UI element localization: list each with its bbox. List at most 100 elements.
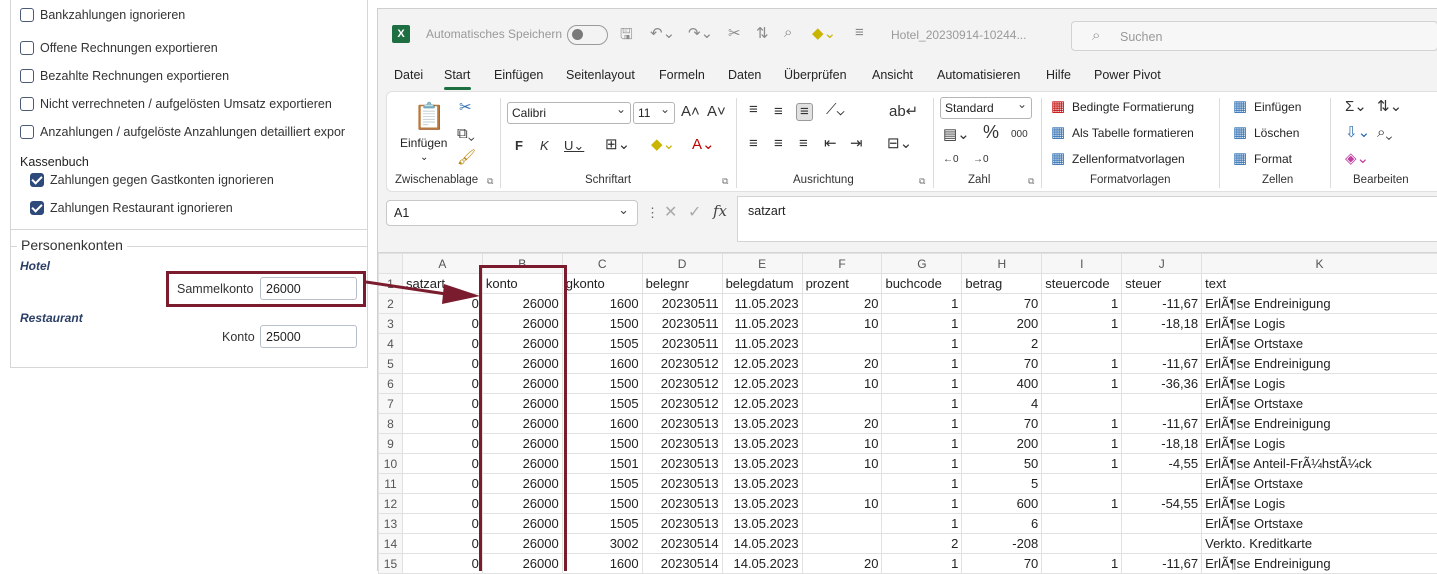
column-header-j[interactable]: J bbox=[1122, 254, 1202, 274]
format-painter-icon[interactable]: 🖌 bbox=[457, 150, 476, 166]
customize-qat-icon[interactable]: ≡ bbox=[855, 24, 864, 41]
table-cell[interactable]: 13.05.2023 bbox=[722, 514, 802, 534]
table-cell[interactable]: 14.05.2023 bbox=[722, 534, 802, 554]
table-cell[interactable]: 200 bbox=[962, 434, 1042, 454]
table-cell[interactable]: -36,36 bbox=[1122, 374, 1202, 394]
tab-start[interactable]: Start bbox=[444, 68, 470, 82]
font-name-dropdown[interactable]: Calibri bbox=[507, 102, 631, 124]
table-cell[interactable]: 20230513 bbox=[642, 514, 722, 534]
checkbox-offene-rechnungen[interactable]: Offene Rechnungen exportieren bbox=[20, 41, 218, 55]
table-cell[interactable]: 1505 bbox=[562, 474, 642, 494]
fill-color-icon[interactable]: ◆⌄ bbox=[651, 137, 675, 153]
tab-seitenlayout[interactable]: Seitenlayout bbox=[566, 68, 635, 82]
cell-styles-button[interactable]: Zellenformatvorlagen bbox=[1072, 152, 1185, 166]
paste-icon[interactable]: 📋 bbox=[413, 102, 445, 130]
header-cell[interactable]: belegnr bbox=[642, 274, 722, 294]
select-all-corner[interactable] bbox=[379, 254, 403, 274]
cancel-icon[interactable]: ✕ bbox=[664, 202, 677, 222]
table-cell[interactable]: 1 bbox=[882, 494, 962, 514]
decrease-font-icon[interactable]: A˅ bbox=[707, 104, 726, 120]
table-cell[interactable]: 4 bbox=[962, 394, 1042, 414]
table-cell[interactable]: 70 bbox=[962, 354, 1042, 374]
header-cell[interactable]: belegdatum bbox=[722, 274, 802, 294]
sort-filter-icon[interactable]: ⇅⌄ bbox=[1377, 99, 1402, 115]
dialog-launcher-icon[interactable]: ⧉ bbox=[487, 176, 493, 187]
table-cell[interactable]: Verkto. Kreditkarte bbox=[1202, 534, 1437, 554]
table-cell[interactable]: 1 bbox=[1042, 454, 1122, 474]
table-cell[interactable]: 0 bbox=[402, 514, 482, 534]
table-cell[interactable]: 1 bbox=[1042, 494, 1122, 514]
more-icon[interactable]: ⋮ bbox=[646, 205, 659, 221]
decrease-decimal-icon[interactable]: →0 bbox=[973, 152, 989, 168]
column-header-h[interactable]: H bbox=[962, 254, 1042, 274]
tab-daten[interactable]: Daten bbox=[728, 68, 761, 82]
confirm-icon[interactable]: ✓ bbox=[688, 202, 701, 222]
align-right-icon[interactable]: ≡ bbox=[799, 136, 808, 152]
column-header-d[interactable]: D bbox=[642, 254, 722, 274]
table-cell[interactable]: 1 bbox=[882, 394, 962, 414]
column-header-g[interactable]: G bbox=[882, 254, 962, 274]
format-cells-button[interactable]: Format bbox=[1254, 152, 1292, 166]
save-icon[interactable]: 🖫 bbox=[620, 24, 633, 49]
table-cell[interactable]: 0 bbox=[402, 414, 482, 434]
table-cell[interactable]: 1 bbox=[882, 374, 962, 394]
table-cell[interactable]: -208 bbox=[962, 534, 1042, 554]
underline-icon[interactable]: U⌄ bbox=[564, 138, 584, 154]
table-cell[interactable]: ErlÃ¶se Endreinigung bbox=[1202, 294, 1437, 314]
tab-power-pivot[interactable]: Power Pivot bbox=[1094, 68, 1161, 82]
tab-automatisieren[interactable]: Automatisieren bbox=[937, 68, 1020, 82]
merge-center-icon[interactable]: ⊟⌄ bbox=[887, 136, 912, 152]
row-header[interactable]: 3 bbox=[379, 314, 403, 334]
table-cell[interactable]: ErlÃ¶se Ortstaxe bbox=[1202, 514, 1437, 534]
table-cell[interactable] bbox=[1042, 474, 1122, 494]
tab-ueberpruefen[interactable]: Überprüfen bbox=[784, 68, 847, 82]
delete-cells-button[interactable]: Löschen bbox=[1254, 126, 1299, 140]
tab-ansicht[interactable]: Ansicht bbox=[872, 68, 913, 82]
borders-icon[interactable]: ⊞⌄ bbox=[605, 137, 630, 153]
table-cell[interactable]: 0 bbox=[402, 354, 482, 374]
checkbox-box[interactable] bbox=[20, 97, 34, 111]
table-cell[interactable]: ErlÃ¶se Endreinigung bbox=[1202, 414, 1437, 434]
table-cell[interactable]: 0 bbox=[402, 474, 482, 494]
dialog-launcher-icon[interactable]: ⧉ bbox=[1028, 176, 1034, 187]
insert-function-icon[interactable]: fx bbox=[713, 202, 727, 220]
table-cell[interactable]: 1 bbox=[1042, 314, 1122, 334]
table-cell[interactable] bbox=[802, 394, 882, 414]
table-cell[interactable]: 20230511 bbox=[642, 334, 722, 354]
column-header-i[interactable]: I bbox=[1042, 254, 1122, 274]
table-cell[interactable]: 6 bbox=[962, 514, 1042, 534]
table-cell[interactable]: 0 bbox=[402, 534, 482, 554]
table-cell[interactable] bbox=[1122, 514, 1202, 534]
checkbox-box[interactable] bbox=[20, 41, 34, 55]
table-cell[interactable] bbox=[802, 534, 882, 554]
header-cell[interactable]: prozent bbox=[802, 274, 882, 294]
table-cell[interactable] bbox=[1042, 334, 1122, 354]
table-cell[interactable]: 1600 bbox=[562, 294, 642, 314]
accounting-format-icon[interactable]: ▤⌄ bbox=[943, 127, 970, 143]
row-header[interactable]: 10 bbox=[379, 454, 403, 474]
table-cell[interactable]: -18,18 bbox=[1122, 314, 1202, 334]
tab-einfuegen[interactable]: Einfügen bbox=[494, 68, 543, 82]
table-cell[interactable]: 1 bbox=[1042, 434, 1122, 454]
checkbox-box[interactable] bbox=[20, 125, 34, 139]
table-cell[interactable]: 70 bbox=[962, 414, 1042, 434]
table-cell[interactable]: 1 bbox=[1042, 294, 1122, 314]
table-cell[interactable]: 20230512 bbox=[642, 354, 722, 374]
row-header[interactable]: 13 bbox=[379, 514, 403, 534]
table-cell[interactable]: 2 bbox=[882, 534, 962, 554]
table-cell[interactable]: -54,55 bbox=[1122, 494, 1202, 514]
header-cell[interactable]: steuer bbox=[1122, 274, 1202, 294]
table-cell[interactable]: 1505 bbox=[562, 394, 642, 414]
table-cell[interactable]: 1 bbox=[882, 434, 962, 454]
increase-font-icon[interactable]: A˄ bbox=[681, 104, 700, 120]
header-cell[interactable]: text bbox=[1202, 274, 1437, 294]
table-cell[interactable]: 1 bbox=[882, 514, 962, 534]
table-cell[interactable] bbox=[1122, 394, 1202, 414]
table-cell[interactable]: 200 bbox=[962, 314, 1042, 334]
table-cell[interactable] bbox=[1042, 514, 1122, 534]
checkbox-box-checked[interactable] bbox=[30, 201, 44, 215]
find-select-icon[interactable]: ⌕⌄ bbox=[1377, 125, 1392, 141]
number-format-dropdown[interactable]: Standard bbox=[940, 97, 1032, 119]
table-cell[interactable]: 10 bbox=[802, 374, 882, 394]
find-icon[interactable]: ⌕ bbox=[784, 24, 792, 41]
